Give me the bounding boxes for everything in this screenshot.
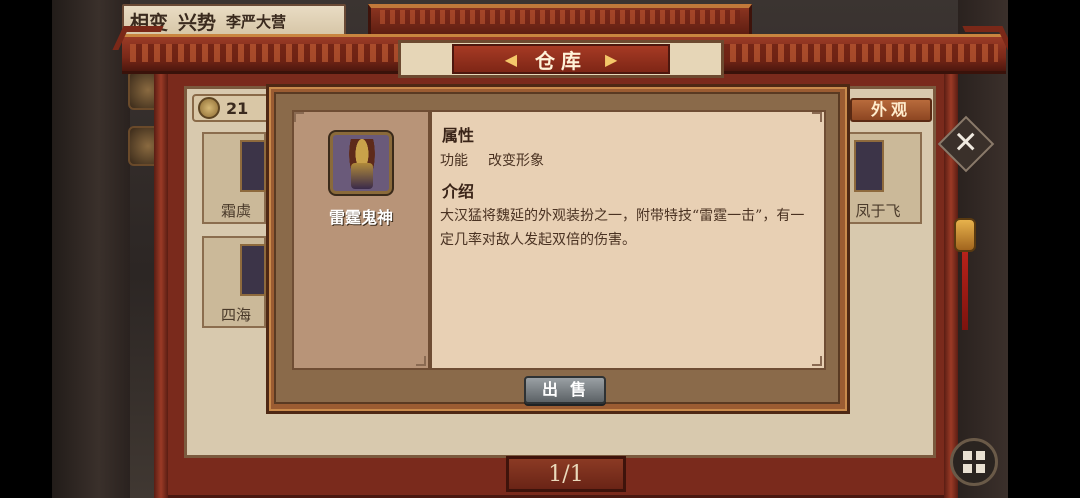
function-row: 功能 改变形象 <box>440 150 544 170</box>
tassel-ornament <box>962 252 968 330</box>
item-thumbnail <box>854 140 884 192</box>
sell-button[interactable]: 出售 <box>524 376 606 404</box>
title-plaque: ◀ 仓库 ▶ <box>398 40 724 78</box>
title-ornament-icon: ◀ <box>504 49 517 69</box>
page-indicator: 1/1 <box>506 456 626 492</box>
coin-icon <box>198 97 220 119</box>
grid-menu-button[interactable] <box>950 438 998 486</box>
corner-ornament <box>294 112 304 122</box>
background-pillar <box>52 0 130 498</box>
close-icon: ✕ <box>937 115 995 173</box>
inventory-slot-label: 四海 <box>220 306 251 324</box>
item-name: 雷霆鬼神 <box>328 208 393 227</box>
title-ornament-icon: ▶ <box>605 49 618 69</box>
item-thumbnail <box>240 244 266 296</box>
inventory-slot[interactable]: 四海 <box>202 236 266 328</box>
inventory-slot[interactable]: 霜虡 <box>202 132 266 224</box>
camp-name: 李严大营 <box>226 12 287 31</box>
warrior-armor <box>351 163 373 189</box>
frame-pillar-left <box>154 62 168 498</box>
close-button[interactable]: ✕ <box>937 115 995 173</box>
attributes-heading: 属性 <box>442 126 475 145</box>
letterbox-right <box>1008 0 1080 498</box>
coin-value: 21 <box>226 98 249 118</box>
roof-ornament <box>380 10 740 24</box>
lantern-icon <box>954 218 976 252</box>
corner-ornament <box>812 356 822 366</box>
function-value: 改变形象 <box>488 153 544 169</box>
inventory-slot[interactable]: 凤于飞 <box>846 132 922 224</box>
intro-heading: 介绍 <box>442 182 475 201</box>
item-icon <box>330 132 392 194</box>
letterbox-left <box>0 0 52 498</box>
item-thumbnail <box>240 140 266 192</box>
inventory-slot-label: 霜虡 <box>220 202 251 220</box>
function-label: 功能 <box>440 153 468 169</box>
title-banner: ◀ 仓库 ▶ <box>452 44 670 74</box>
intro-text: 大汉猛将魏延的外观装扮之一，附带特技“雷霆一击”，有一定几率对敌人发起双倍的伤害… <box>440 208 805 248</box>
grid-menu-icon <box>963 451 985 473</box>
corner-ornament <box>416 356 426 366</box>
coin-counter: 21 <box>192 94 272 122</box>
tab-appearance[interactable]: 外观 <box>850 98 932 122</box>
inventory-slot-label: 凤于飞 <box>855 202 901 220</box>
status-label: 兴势 <box>178 11 217 34</box>
game-screen: 相变 兴势 李严大营 ◀ 仓库 ▶ 21 外观 霜虡 四海 凤于飞 ✕ 1/1 … <box>0 0 1080 498</box>
page-title: 仓库 <box>535 48 587 73</box>
corner-ornament <box>812 112 822 122</box>
page-number: 1/1 <box>548 461 584 487</box>
